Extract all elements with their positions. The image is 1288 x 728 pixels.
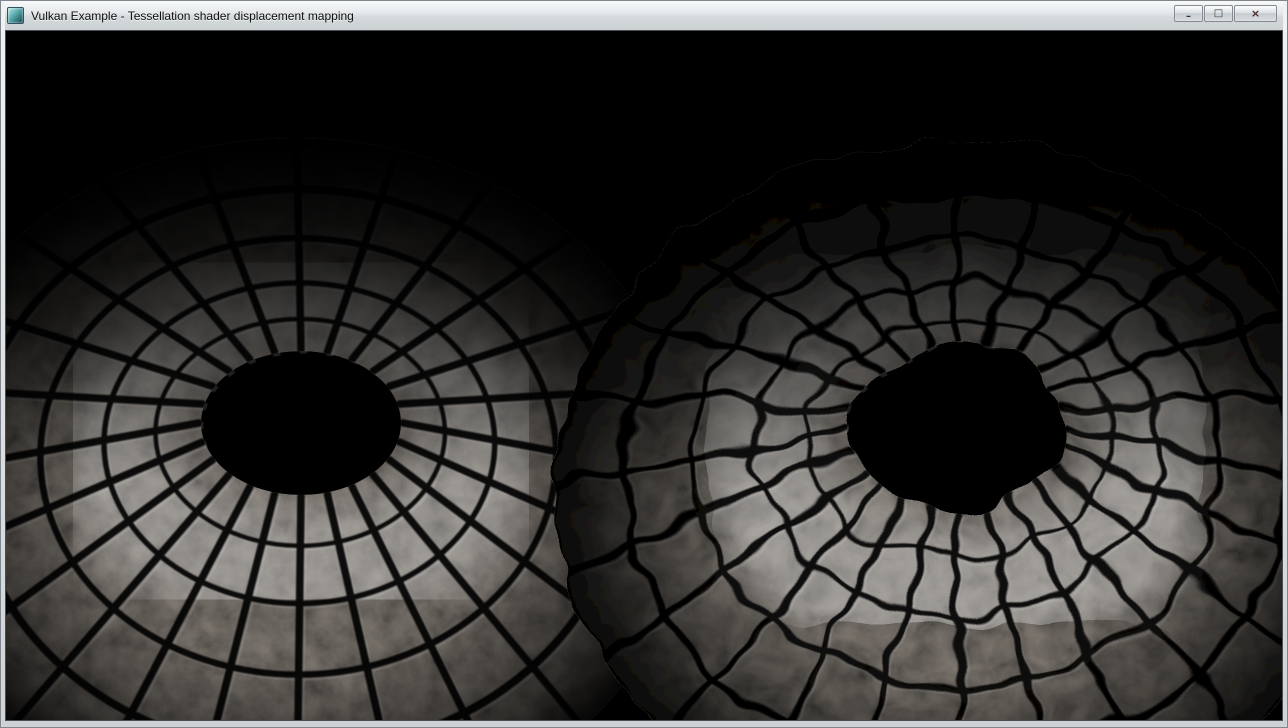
maximize-button[interactable]: □ (1204, 5, 1233, 22)
app-icon (7, 7, 24, 24)
maximize-icon: □ (1214, 9, 1223, 19)
app-window: Vulkan Example - Tessellation shader dis… (0, 0, 1288, 728)
window-title: Vulkan Example - Tessellation shader dis… (31, 9, 354, 23)
titlebar[interactable]: Vulkan Example - Tessellation shader dis… (5, 1, 1283, 30)
minimize-icon: – (1186, 12, 1191, 22)
render-viewport[interactable] (5, 30, 1283, 721)
torus-displaced-right (506, 99, 1282, 720)
minimize-button[interactable]: – (1174, 5, 1203, 22)
render-scene (6, 31, 1282, 720)
window-controls: – □ × (1174, 5, 1277, 22)
close-button[interactable]: × (1234, 5, 1277, 22)
close-icon: × (1251, 8, 1260, 19)
